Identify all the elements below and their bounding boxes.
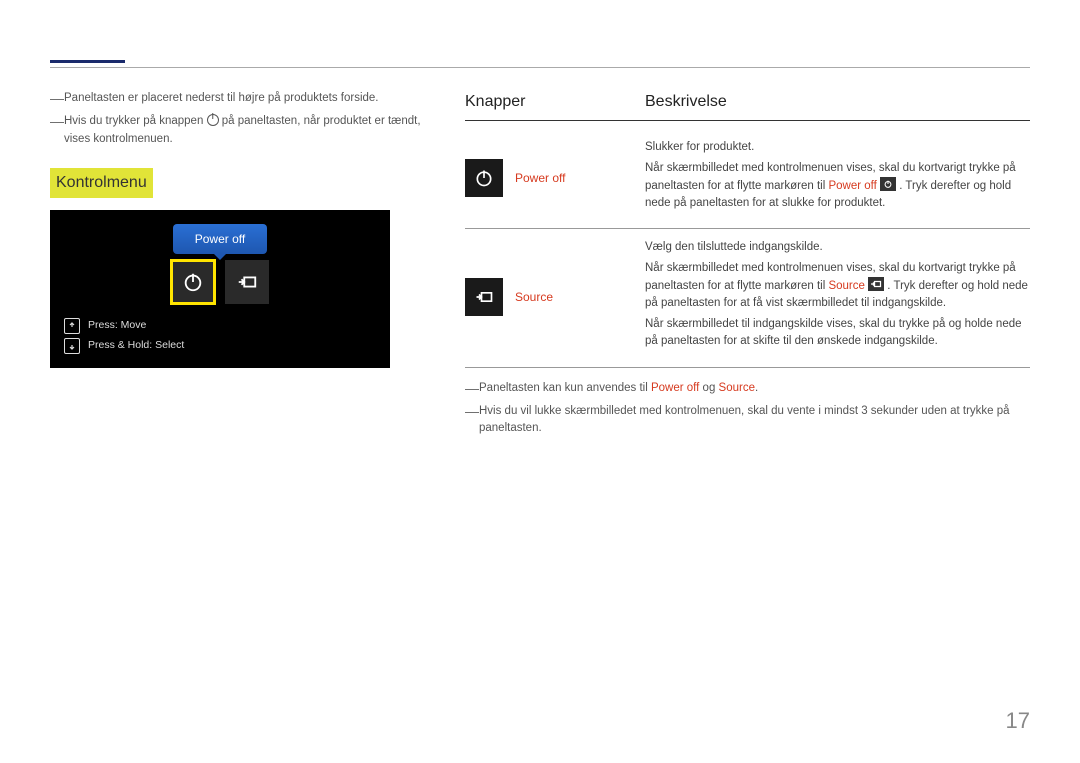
description-line: Slukker for produktet. <box>645 139 1030 156</box>
page-content: Paneltasten er placeret nederst til højr… <box>50 90 1030 443</box>
hint-press-hold-select: Press & Hold: Select <box>64 338 376 354</box>
note-text: Paneltasten kan kun anvendes til Power o… <box>479 380 1030 397</box>
column-header-beskrivelse: Beskrivelse <box>645 90 727 114</box>
page-number: 17 <box>1006 704 1030 737</box>
hint-text: Press & Hold: Select <box>88 338 184 354</box>
note-part: Paneltasten kan kun anvendes til <box>479 382 651 394</box>
note-text-part: Hvis du trykker på knappen <box>64 115 207 127</box>
button-label-source: Source <box>515 288 553 306</box>
button-label-power-off: Power off <box>515 169 565 187</box>
header-rule <box>50 67 1030 68</box>
power-icon <box>207 114 219 126</box>
power-icon <box>474 168 494 188</box>
note-line: Hvis du vil lukke skærmbilledet med kont… <box>465 403 1030 438</box>
note-part: . <box>755 382 758 394</box>
control-menu-illustration: Power off <box>50 210 390 368</box>
button-cell: Power off <box>465 139 645 216</box>
hint-press-move: Press: Move <box>64 318 376 334</box>
section-title-kontrolmenu: Kontrolmenu <box>50 168 153 198</box>
description-line: Når skærmbilledet til indgangskilde vise… <box>645 316 1030 351</box>
header-accent-bar <box>50 60 125 63</box>
note-line: Paneltasten kan kun anvendes til Power o… <box>465 380 1030 397</box>
power-off-button-box <box>465 159 503 197</box>
power-off-button <box>171 260 215 304</box>
note-text: Hvis du vil lukke skærmbilledet med kont… <box>479 403 1030 438</box>
source-button <box>225 260 269 304</box>
dash-icon <box>465 381 479 398</box>
table-row: Source Vælg den tilsluttede indgangskild… <box>465 229 1030 368</box>
highlight-source: Source <box>828 280 864 292</box>
description-line: Når skærmbilledet med kontrolmenuen vise… <box>645 260 1030 312</box>
note-text: Hvis du trykker på knappen på paneltaste… <box>64 113 425 148</box>
power-icon <box>182 271 204 293</box>
button-hold-icon <box>64 338 80 354</box>
dash-icon <box>50 91 64 108</box>
dash-icon <box>465 404 479 439</box>
footer-notes: Paneltasten kan kun anvendes til Power o… <box>465 380 1030 438</box>
dash-icon <box>50 114 64 149</box>
right-column: Knapper Beskrivelse Power off Slukker fo… <box>465 90 1030 443</box>
description-line: Vælg den tilsluttede indgangskilde. <box>645 239 1030 256</box>
hint-text: Press: Move <box>88 318 146 334</box>
highlight-power-off: Power off <box>828 180 876 192</box>
column-header-knapper: Knapper <box>465 90 645 114</box>
table-header: Knapper Beskrivelse <box>465 90 1030 121</box>
button-press-icon <box>64 318 80 334</box>
note-line: Hvis du trykker på knappen på paneltaste… <box>50 113 425 148</box>
source-button-box <box>465 278 503 316</box>
source-icon <box>236 271 258 293</box>
note-text: Paneltasten er placeret nederst til højr… <box>64 90 425 107</box>
note-line: Paneltasten er placeret nederst til højr… <box>50 90 425 107</box>
tooltip-power-off: Power off <box>173 224 267 254</box>
left-column: Paneltasten er placeret nederst til højr… <box>50 90 425 443</box>
description-line: Når skærmbilledet med kontrolmenuen vise… <box>645 160 1030 212</box>
button-cell: Source <box>465 239 645 355</box>
table-row: Power off Slukker for produktet. Når skæ… <box>465 129 1030 229</box>
source-icon-inline <box>868 277 884 291</box>
source-icon <box>474 287 494 307</box>
power-icon-inline <box>880 177 896 191</box>
note-part: og <box>699 382 718 394</box>
highlight-source: Source <box>719 382 755 394</box>
highlight-power-off: Power off <box>651 382 699 394</box>
control-menu-icons <box>64 260 376 304</box>
description-cell: Slukker for produktet. Når skærmbilledet… <box>645 139 1030 216</box>
description-cell: Vælg den tilsluttede indgangskilde. Når … <box>645 239 1030 355</box>
